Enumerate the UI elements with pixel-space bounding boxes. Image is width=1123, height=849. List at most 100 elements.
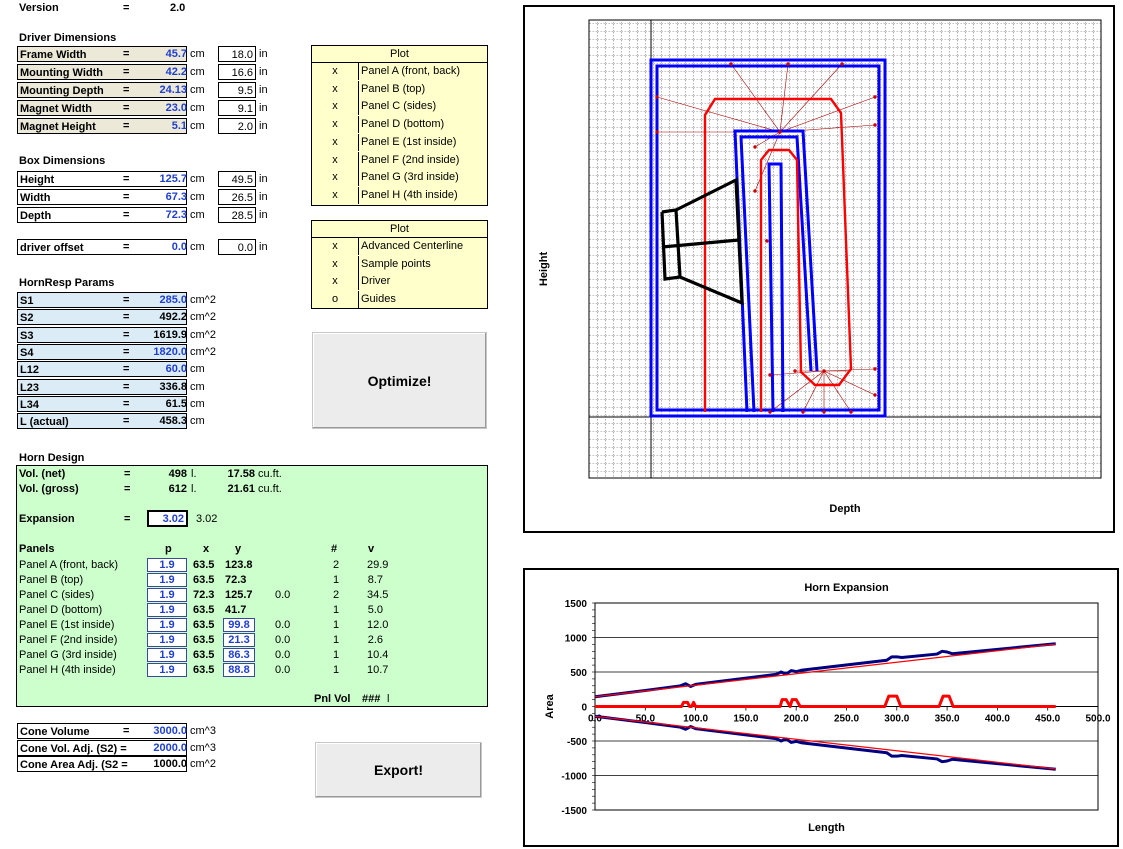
cone-value[interactable]: 3000.0 xyxy=(137,723,189,739)
box-dim-cm-value[interactable]: 72.3 xyxy=(137,207,189,223)
hornresp-eq: = xyxy=(123,415,130,428)
hornresp-unit: cm xyxy=(190,397,205,410)
box-plot-svg: Depth Height xyxy=(538,19,1102,515)
plot-option-row[interactable]: x Sample points xyxy=(312,255,488,273)
driver-offset-cm[interactable]: 0.0 xyxy=(137,239,189,255)
plot-option-label: Driver xyxy=(358,273,390,291)
driver-dim-cm-value[interactable]: 42.2 xyxy=(137,64,189,80)
box-heading: Box Dimensions xyxy=(19,155,106,167)
driver-dim-row: Frame Width = 45.7 cm 18.0 in xyxy=(17,46,277,63)
plot-option-toggle[interactable]: x xyxy=(312,152,358,169)
driver-dim-in-unit: in xyxy=(259,120,268,132)
plot-option-row[interactable]: o Guides xyxy=(312,291,488,309)
box-dim-cm-value[interactable]: 67.3 xyxy=(137,189,189,205)
driver-dim-cm-value[interactable]: 23.0 xyxy=(137,100,189,116)
driver-heading: Driver Dimensions xyxy=(19,32,117,44)
box-dim-in-unit: in xyxy=(259,191,268,203)
plot-option-toggle[interactable]: x xyxy=(312,256,358,273)
driver-dim-in-value: 16.6 xyxy=(218,64,256,80)
hornresp-value: 61.5 xyxy=(165,397,187,410)
panel-y-input[interactable]: 99.8 xyxy=(223,618,255,632)
hornresp-heading: HornResp Params xyxy=(19,277,115,289)
hornresp-value[interactable]: 60.0 xyxy=(137,361,189,377)
vol-gross-cf: 21.61 xyxy=(227,483,255,495)
cone-row: Cone Area Adj. (S2 = 1000.0 cm^2 xyxy=(17,756,247,773)
horn-chart-x-tick-label: 250.0 xyxy=(834,714,859,725)
panel-offset: 0.0 xyxy=(275,589,291,601)
panel-y-input[interactable]: 86.3 xyxy=(223,648,255,662)
vol-net-l: 498 xyxy=(168,468,187,480)
cone-unit: cm^3 xyxy=(190,741,216,754)
plot-option-toggle[interactable]: x xyxy=(312,187,358,204)
plot-option-toggle[interactable]: x xyxy=(312,98,358,115)
pnl-vol-unit: l xyxy=(387,693,390,705)
panel-p-input[interactable]: 1.9 xyxy=(147,558,187,572)
plot-option-toggle[interactable]: x xyxy=(312,63,358,80)
cone-value[interactable]: 2000.0 xyxy=(137,740,189,756)
plot-option-row[interactable]: x Panel G (3rd inside) xyxy=(312,169,488,187)
plot-option-row[interactable]: x Panel H (4th inside) xyxy=(312,186,488,204)
plot-option-row[interactable]: x Driver xyxy=(312,273,488,291)
box-dim-eq: = xyxy=(123,209,130,221)
driver-dim-cm-value[interactable]: 5.1 xyxy=(137,118,189,134)
box-dim-cm-value[interactable]: 125.7 xyxy=(137,171,189,187)
hornresp-eq: = xyxy=(123,397,130,410)
horn-chart-y-tick-label: 1500 xyxy=(565,599,588,610)
hornresp-eq: = xyxy=(123,328,130,341)
plot-option-row[interactable]: x Panel D (bottom) xyxy=(312,116,488,134)
panel-p-input[interactable]: 1.9 xyxy=(147,633,187,647)
driver-offset-in-unit: in xyxy=(259,241,268,253)
panel-p-input[interactable]: 1.9 xyxy=(147,663,187,677)
optimize-button[interactable]: Optimize! xyxy=(312,332,487,429)
panel-p-input[interactable]: 1.9 xyxy=(147,588,187,602)
plot-option-row[interactable]: x Advanced Centerline xyxy=(312,238,488,255)
horn-chart-title: Horn Expansion xyxy=(804,582,889,594)
version-value: 2.0 xyxy=(170,2,186,14)
panel-x: 63.5 xyxy=(193,574,215,586)
cone-unit: cm^2 xyxy=(190,758,216,770)
plot-option-toggle[interactable]: x xyxy=(312,116,358,133)
hornresp-value[interactable]: 285.0 xyxy=(137,292,189,308)
plot-option-toggle[interactable]: o xyxy=(312,291,358,308)
hornresp-row: L (actual) = 458.3 cm xyxy=(17,413,247,430)
plot-option-toggle[interactable]: x xyxy=(312,134,358,151)
driver-dim-cm-value[interactable]: 24.13 xyxy=(137,82,189,98)
hornresp-value: 458.3 xyxy=(159,415,187,428)
vol-net-cf-unit: cu.ft. xyxy=(258,468,282,480)
plot-option-row[interactable]: x Panel E (1st inside) xyxy=(312,133,488,151)
cone-value: 1000.0 xyxy=(153,758,187,770)
hornresp-unit: cm^2 xyxy=(190,294,216,306)
panel-name: Panel D (bottom) xyxy=(19,604,103,616)
panel-p-input[interactable]: 1.9 xyxy=(147,603,187,617)
panel-p-input[interactable]: 1.9 xyxy=(147,618,187,632)
driver-dim-cm-value[interactable]: 45.7 xyxy=(137,46,189,62)
plot-option-row[interactable]: x Panel F (2nd inside) xyxy=(312,151,488,169)
panel-p-input[interactable]: 1.9 xyxy=(147,573,187,587)
plot-option-row[interactable]: x Panel C (sides) xyxy=(312,98,488,116)
panel-y-input[interactable]: 21.3 xyxy=(223,633,255,647)
export-button[interactable]: Export! xyxy=(315,742,482,798)
plot-panels-header: Plot xyxy=(312,46,487,63)
driver-dim-row: Magnet Width = 23.0 cm 9.1 in xyxy=(17,100,277,117)
hornresp-value[interactable]: 1820.0 xyxy=(137,344,189,360)
plot-option-toggle[interactable]: x xyxy=(312,238,358,255)
panel-p-input[interactable]: 1.9 xyxy=(147,648,187,662)
hornresp-unit: cm xyxy=(190,380,205,393)
plot-option-toggle[interactable]: x xyxy=(312,81,358,98)
plot-option-row[interactable]: x Panel A (front, back) xyxy=(312,63,488,80)
panel-volume: 12.0 xyxy=(367,619,389,631)
panel-y: 123.8 xyxy=(225,559,253,571)
panel-name: Panel B (top) xyxy=(19,574,84,586)
box-plot-ylabel: Height xyxy=(538,252,550,287)
plot-option-row[interactable]: x Panel B (top) xyxy=(312,80,488,98)
vol-gross-l-unit: l. xyxy=(191,483,197,495)
panel-x: 63.5 xyxy=(193,634,215,646)
driver-dim-eq: = xyxy=(123,102,130,114)
panel-y-input[interactable]: 88.8 xyxy=(223,663,255,677)
box-dim-cm-unit: cm xyxy=(190,209,205,221)
panel-offset: 0.0 xyxy=(275,664,291,676)
driver-dim-cm-unit: cm xyxy=(190,102,205,114)
plot-option-toggle[interactable]: x xyxy=(312,273,358,290)
plot-option-toggle[interactable]: x xyxy=(312,169,358,186)
expansion-input[interactable]: 3.02 xyxy=(147,510,188,527)
